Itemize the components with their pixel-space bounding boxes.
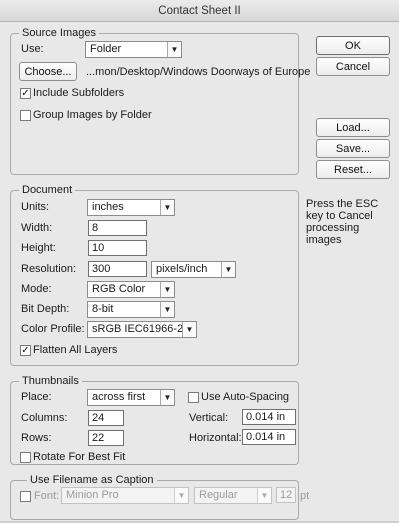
flatten-checkbox[interactable]: ✓ bbox=[20, 345, 31, 356]
esc-note-line: images bbox=[306, 234, 342, 246]
units-dropdown-value: inches bbox=[92, 201, 124, 213]
columns-field[interactable]: 24 bbox=[88, 410, 124, 426]
mode-label: Mode: bbox=[21, 283, 52, 295]
chevron-down-icon: ▼ bbox=[221, 262, 235, 277]
esc-note: Press the ESC key to Cancel processing i… bbox=[306, 198, 378, 246]
source-images-title: Source Images bbox=[19, 27, 99, 40]
use-label: Use: bbox=[21, 43, 44, 55]
font-dropdown[interactable]: Minion Pro ▼ bbox=[61, 487, 189, 504]
esc-note-line: key to Cancel bbox=[306, 210, 373, 222]
esc-note-line: Press the ESC bbox=[306, 198, 379, 210]
width-field[interactable]: 8 bbox=[88, 220, 147, 236]
bitdepth-dropdown[interactable]: 8-bit ▼ bbox=[87, 301, 175, 318]
document-group bbox=[10, 190, 299, 366]
save-button[interactable]: Save... bbox=[316, 139, 390, 158]
flatten-label: Flatten All Layers bbox=[33, 344, 118, 356]
horizontal-field[interactable]: 0.014 in bbox=[242, 429, 296, 445]
resolution-unit-value: pixels/inch bbox=[156, 263, 208, 275]
caption-title: Use Filename as Caption bbox=[27, 474, 157, 487]
group-by-folder-checkbox[interactable] bbox=[20, 110, 31, 121]
horizontal-label: Horizontal: bbox=[189, 432, 242, 444]
font-label: Font: bbox=[34, 490, 60, 502]
esc-note-line: processing bbox=[306, 222, 360, 234]
window-title: Contact Sheet II bbox=[158, 5, 241, 17]
profile-label: Color Profile: bbox=[21, 323, 85, 335]
resolution-field[interactable]: 300 bbox=[88, 261, 147, 277]
vertical-field[interactable]: 0.014 in bbox=[242, 409, 296, 425]
choose-button[interactable]: Choose... bbox=[19, 62, 77, 81]
bitdepth-label: Bit Depth: bbox=[21, 303, 70, 315]
ok-button[interactable]: OK bbox=[316, 36, 390, 55]
rows-label: Rows: bbox=[21, 432, 52, 444]
place-label: Place: bbox=[21, 391, 52, 403]
bitdepth-dropdown-value: 8-bit bbox=[92, 303, 114, 315]
height-field[interactable]: 10 bbox=[88, 240, 147, 256]
document-title: Document bbox=[19, 184, 76, 197]
height-label: Height: bbox=[21, 242, 56, 254]
auto-spacing-label: Use Auto-Spacing bbox=[201, 391, 290, 403]
chevron-down-icon: ▼ bbox=[257, 488, 271, 503]
chevron-down-icon: ▼ bbox=[182, 322, 196, 337]
chevron-down-icon: ▼ bbox=[160, 390, 174, 405]
include-subfolders-checkbox[interactable]: ✓ bbox=[20, 88, 31, 99]
rotate-checkbox[interactable] bbox=[20, 452, 31, 463]
reset-button[interactable]: Reset... bbox=[316, 160, 390, 179]
chevron-down-icon: ▼ bbox=[167, 42, 181, 57]
use-dropdown-value: Folder bbox=[90, 43, 122, 55]
window-titlebar: Contact Sheet II bbox=[0, 0, 399, 22]
columns-label: Columns: bbox=[21, 412, 68, 424]
font-style-value: Regular bbox=[199, 489, 238, 501]
use-dropdown[interactable]: Folder ▼ bbox=[85, 41, 182, 58]
rotate-label: Rotate For Best Fit bbox=[33, 451, 126, 463]
units-label: Units: bbox=[21, 201, 50, 213]
font-size-unit: pt bbox=[300, 490, 310, 502]
units-dropdown[interactable]: inches ▼ bbox=[87, 199, 175, 216]
font-size-field[interactable]: 12 bbox=[276, 487, 296, 503]
profile-dropdown-value: sRGB IEC61966-2.1 bbox=[92, 323, 193, 335]
auto-spacing-checkbox[interactable] bbox=[188, 392, 199, 403]
place-dropdown[interactable]: across first ▼ bbox=[87, 389, 175, 406]
mode-dropdown[interactable]: RGB Color ▼ bbox=[87, 281, 175, 298]
rows-field[interactable]: 22 bbox=[88, 430, 124, 446]
resolution-label: Resolution: bbox=[21, 263, 77, 275]
place-dropdown-value: across first bbox=[92, 391, 146, 403]
include-subfolders-label: Include Subfolders bbox=[33, 87, 125, 99]
chevron-down-icon: ▼ bbox=[160, 302, 174, 317]
chevron-down-icon: ▼ bbox=[160, 282, 174, 297]
chevron-down-icon: ▼ bbox=[160, 200, 174, 215]
group-by-folder-label: Group Images by Folder bbox=[33, 109, 152, 121]
width-label: Width: bbox=[21, 222, 53, 234]
cancel-button[interactable]: Cancel bbox=[316, 57, 390, 76]
font-style-dropdown[interactable]: Regular ▼ bbox=[194, 487, 272, 504]
thumbnails-title: Thumbnails bbox=[19, 375, 82, 388]
vertical-label: Vertical: bbox=[189, 412, 229, 424]
chevron-down-icon: ▼ bbox=[174, 488, 188, 503]
font-dropdown-value: Minion Pro bbox=[66, 489, 119, 501]
mode-dropdown-value: RGB Color bbox=[92, 283, 146, 295]
source-path: ...mon/Desktop/Windows Doorways of Europ… bbox=[86, 66, 311, 78]
load-button[interactable]: Load... bbox=[316, 118, 390, 137]
resolution-unit-dropdown[interactable]: pixels/inch ▼ bbox=[151, 261, 236, 278]
profile-dropdown[interactable]: sRGB IEC61966-2.1 ▼ bbox=[87, 321, 197, 338]
caption-checkbox[interactable] bbox=[20, 491, 31, 502]
